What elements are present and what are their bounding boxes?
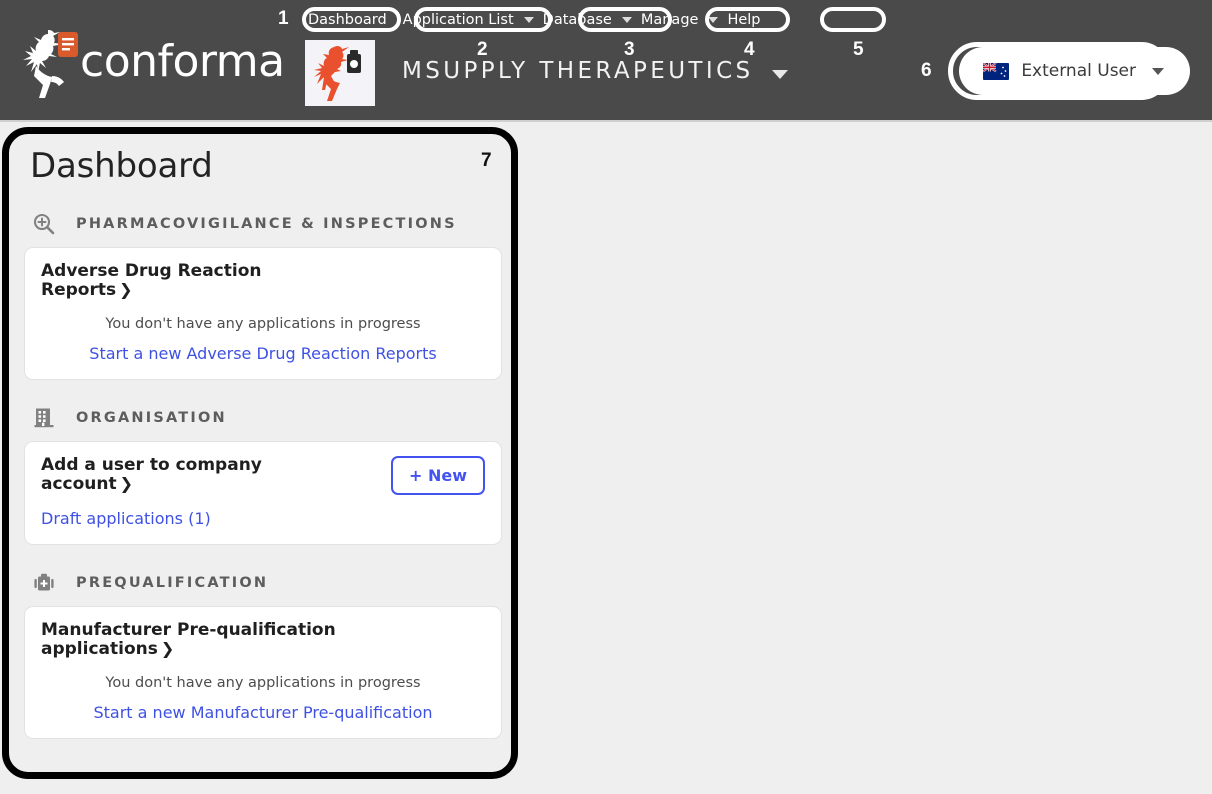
add-new-button[interactable]: + New: [391, 456, 485, 496]
magnifier-plus-icon: [33, 213, 55, 235]
card-title[interactable]: Manufacturer Pre-qualification applicati…: [41, 621, 341, 659]
card-header-row: Add a user to company account ❯ + New: [41, 456, 485, 496]
dashboard-section-organisation: ORGANISATION Add a user to company accou…: [24, 406, 502, 546]
draft-applications-link[interactable]: Draft applications (1): [41, 509, 485, 528]
chevron-right-icon: ❯: [160, 639, 175, 659]
brand-logo[interactable]: conforma: [18, 26, 285, 98]
card-title[interactable]: Adverse Drug Reaction Reports ❯: [41, 261, 341, 301]
nav-item-database[interactable]: Database: [535, 9, 620, 31]
nav-item-dashboard[interactable]: Dashboard: [300, 9, 395, 31]
user-menu-button[interactable]: External User: [959, 47, 1190, 95]
org-title[interactable]: MSUPPLY THERAPEUTICS: [402, 58, 788, 84]
nav-label: Application List: [402, 12, 514, 28]
org-title-text: MSUPPLY THERAPEUTICS: [402, 58, 754, 84]
nav-label: Dashboard: [308, 12, 387, 28]
chevron-down-icon[interactable]: [621, 17, 632, 23]
nav-label: Manage: [640, 12, 699, 28]
main-nav: Dashboard Application List Database Mana…: [300, 8, 769, 32]
msupply-runner-bottle-logo: [314, 45, 361, 101]
card-title-text: Add a user to company account: [41, 455, 262, 495]
nav-label: Database: [542, 12, 612, 28]
app-header: conforma MSUPPLY THERAPEUTICS Dashboard …: [0, 0, 1212, 122]
nav-item-application-list[interactable]: Application List: [395, 9, 522, 31]
dashboard-card[interactable]: Adverse Drug Reaction Reports ❯ You don't…: [24, 247, 502, 381]
org-logo: [305, 40, 375, 106]
card-title[interactable]: Add a user to company account ❯: [41, 456, 341, 494]
dashboard-section-prequalification: PREQUALIFICATION Manufacturer Pre-qualif…: [24, 571, 502, 740]
user-name: External User: [1021, 61, 1136, 81]
medical-kit-icon: [34, 573, 54, 591]
empty-state-text: You don't have any applications in progr…: [105, 675, 421, 692]
section-label: PHARMACOVIGILANCE & INSPECTIONS: [76, 216, 457, 232]
conforma-runner-document-logo: [23, 30, 78, 98]
dashboard-card[interactable]: Add a user to company account ❯ + New Dra…: [24, 441, 502, 546]
start-new-application-link[interactable]: Start a new Adverse Drug Reaction Report…: [41, 344, 485, 363]
dashboard-section-pharmacovigilance: PHARMACOVIGILANCE & INSPECTIONS Adverse …: [24, 212, 502, 381]
brand-name: conforma: [80, 36, 285, 87]
dashboard-card[interactable]: Manufacturer Pre-qualification applicati…: [24, 606, 502, 740]
nav-item-help[interactable]: Help: [719, 9, 768, 31]
section-label: PREQUALIFICATION: [76, 575, 269, 592]
chevron-right-icon: ❯: [119, 280, 133, 300]
chevron-down-icon[interactable]: [708, 17, 719, 23]
chevron-down-icon[interactable]: [523, 17, 534, 23]
card-header-row: Manufacturer Pre-qualification applicati…: [41, 621, 485, 659]
section-header: PHARMACOVIGILANCE & INSPECTIONS: [24, 212, 502, 236]
chevron-down-icon[interactable]: [771, 69, 788, 79]
page-title: Dashboard: [30, 146, 213, 186]
nav-label: Help: [727, 12, 761, 28]
card-title-text: Manufacturer Pre-qualification applicati…: [41, 620, 336, 660]
card-title-text: Adverse Drug Reaction Reports: [41, 261, 262, 301]
card-header-row: Adverse Drug Reaction Reports ❯: [41, 261, 485, 301]
building-icon: [34, 408, 54, 428]
nav-item-manage[interactable]: Manage: [633, 9, 707, 31]
empty-state-text: You don't have any applications in progr…: [105, 316, 421, 333]
dashboard-panel: Dashboard PHARMACOVIGILANCE & INSPECTION…: [6, 130, 520, 780]
section-header: PREQUALIFICATION: [24, 571, 502, 595]
start-new-application-link[interactable]: Start a new Manufacturer Pre-qualificati…: [41, 703, 485, 722]
section-label: ORGANISATION: [76, 410, 227, 427]
chevron-right-icon: ❯: [119, 474, 134, 494]
section-header: ORGANISATION: [24, 406, 502, 430]
chevron-down-icon[interactable]: [1152, 67, 1164, 75]
new-zealand-flag-icon: [983, 62, 1010, 80]
